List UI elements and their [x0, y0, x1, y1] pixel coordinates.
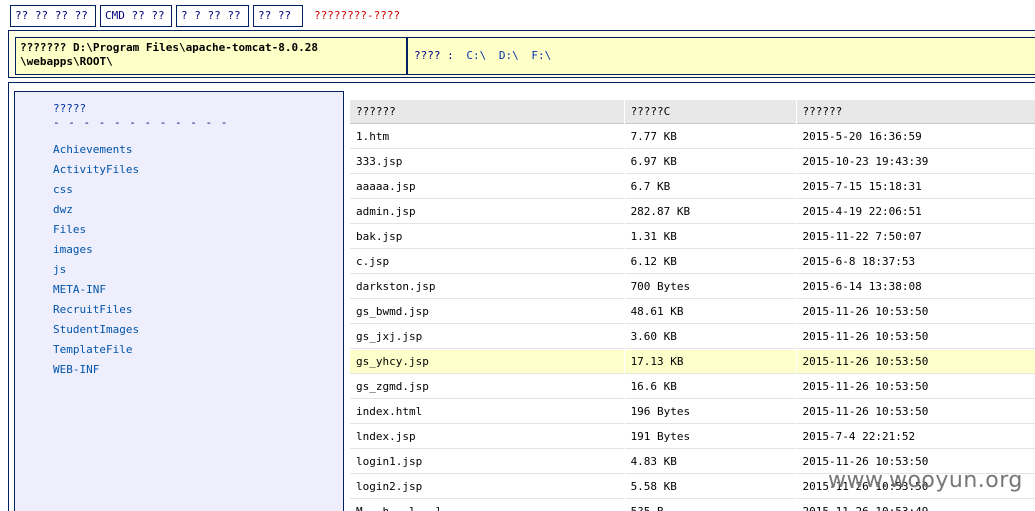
table-row[interactable]: 1.htm 7.77 KB 2015-5-20 16:36:59	[350, 125, 1035, 149]
path-bar: ??????? D:\Program Files\apache-tomcat-8…	[8, 30, 1035, 78]
cell-size: 3.60 KB	[624, 325, 796, 349]
cell-date: 2015-11-26 10:53:50	[796, 375, 1035, 399]
folder-link[interactable]: Files	[53, 220, 139, 240]
folder-link[interactable]: TemplateFile	[53, 340, 139, 360]
cell-name[interactable]: login2.jsp	[350, 475, 624, 499]
folder-link[interactable]: ActivityFiles	[53, 160, 139, 180]
cell-name[interactable]: M...h...l...l	[350, 500, 624, 511]
cell-name[interactable]: c.jsp	[350, 250, 624, 274]
table-row[interactable]: admin.jsp 282.87 KB 2015-4-19 22:06:51	[350, 200, 1035, 224]
folder-link[interactable]: Achievements	[53, 140, 139, 160]
watermark-text: www.wooyun.org	[828, 468, 1023, 493]
cell-date: 2015-11-26 10:53:50	[796, 400, 1035, 424]
table-row[interactable]: darkston.jsp 700 Bytes 2015-6-14 13:38:08	[350, 275, 1035, 299]
cell-name[interactable]: gs_jxj.jsp	[350, 325, 624, 349]
cell-size: 1.31 KB	[624, 225, 796, 249]
cell-size: 5?5 B...	[625, 500, 796, 511]
nav-tab-3[interactable]: ? ? ?? ??	[176, 5, 249, 27]
table-row[interactable]: gs_jxj.jsp 3.60 KB 2015-11-26 10:53:50	[350, 325, 1035, 349]
cell-name[interactable]: admin.jsp	[350, 200, 624, 224]
sidebar-divider: - - - - - - - - - - - -	[53, 116, 229, 129]
folder-link[interactable]: StudentImages	[53, 320, 139, 340]
table-row[interactable]: index.html 196 Bytes 2015-11-26 10:53:50	[350, 400, 1035, 424]
nav-tab-4[interactable]: ?? ??	[253, 5, 303, 27]
cell-size: 17.13 KB	[624, 350, 796, 374]
cell-name[interactable]: 333.jsp	[350, 150, 624, 174]
cell-name[interactable]: lndex.jsp	[350, 425, 624, 449]
folder-link[interactable]: RecruitFiles	[53, 300, 139, 320]
cell-size: 4.83 KB	[624, 450, 796, 474]
status-text: ????????-????	[314, 9, 401, 22]
folder-link[interactable]: dwz	[53, 200, 139, 220]
table-row[interactable]: bak.jsp 1.31 KB 2015-11-22 7:50:07	[350, 225, 1035, 249]
cell-date: 2015-7-4 22:21:52	[796, 425, 1035, 449]
drives-label: ???? :	[414, 49, 454, 62]
table-row[interactable]: gs_bwmd.jsp 48.61 KB 2015-11-26 10:53:50	[350, 300, 1035, 324]
folder-link[interactable]: js	[53, 260, 139, 280]
column-header-size: ?????C	[624, 100, 796, 124]
cell-name[interactable]: gs_bwmd.jsp	[350, 300, 624, 324]
table-row[interactable]: gs_yhcy.jsp 17.13 KB 2015-11-26 10:53:50	[350, 350, 1035, 374]
cell-date: 2015-11-26 10:53:49	[797, 500, 1035, 511]
folder-link[interactable]: META-INF	[53, 280, 139, 300]
table-row[interactable]: gs_zgmd.jsp 16.6 KB 2015-11-26 10:53:50	[350, 375, 1035, 399]
cell-name[interactable]: aaaaa.jsp	[350, 175, 624, 199]
cell-size: 6.97 KB	[624, 150, 796, 174]
cell-name[interactable]: login1.jsp	[350, 450, 624, 474]
cell-name[interactable]: index.html	[350, 400, 624, 424]
cell-date: 2015-5-20 16:36:59	[796, 125, 1035, 149]
cell-date: 2015-11-26 10:53:50	[796, 300, 1035, 324]
drive-f-link[interactable]: F:\	[531, 49, 551, 62]
cell-name[interactable]: 1.htm	[350, 125, 624, 149]
table-header-row: ?????? ?????C ??????	[350, 100, 1035, 124]
current-path: ??????? D:\Program Files\apache-tomcat-8…	[15, 37, 407, 75]
folder-link[interactable]: images	[53, 240, 139, 260]
cell-size: 7.77 KB	[624, 125, 796, 149]
nav-tab-1[interactable]: ?? ?? ?? ??	[10, 5, 96, 27]
cell-name[interactable]: bak.jsp	[350, 225, 624, 249]
cell-size: 5.58 KB	[624, 475, 796, 499]
folder-link[interactable]: css	[53, 180, 139, 200]
cell-date: 2015-6-8 18:37:53	[796, 250, 1035, 274]
cell-size: 6.7 KB	[624, 175, 796, 199]
cell-name[interactable]: gs_yhcy.jsp	[350, 350, 624, 374]
drive-d-link[interactable]: D:\	[499, 49, 519, 62]
column-header-date: ??????	[796, 100, 1035, 124]
table-row[interactable]: aaaaa.jsp 6.7 KB 2015-7-15 15:18:31	[350, 175, 1035, 199]
cell-size: 196 Bytes	[624, 400, 796, 424]
folder-sidebar: ????? - - - - - - - - - - - - Achievemen…	[14, 91, 344, 511]
table-row[interactable]: c.jsp 6.12 KB 2015-6-8 18:37:53	[350, 250, 1035, 274]
table-row[interactable]: M...h...l...l5?5 B...2015-11-26 10:53:49	[350, 500, 1035, 511]
cell-size: 48.61 KB	[624, 300, 796, 324]
file-table: ?????? ?????C ?????? 1.htm 7.77 KB 2015-5-…	[349, 99, 1035, 511]
drive-list: ???? : C:\ D:\ F:\	[407, 37, 1035, 75]
nav-tab-cmd[interactable]: CMD ?? ??	[100, 5, 172, 27]
cell-size: 700 Bytes	[624, 275, 796, 299]
cell-size: 282.87 KB	[624, 200, 796, 224]
column-header-name: ??????	[350, 100, 624, 124]
cell-date: 2015-10-23 19:43:39	[796, 150, 1035, 174]
main-frame: ????? - - - - - - - - - - - - Achievemen…	[8, 82, 1035, 511]
drive-c-link[interactable]: C:\	[466, 49, 486, 62]
cell-date: 2015-11-22 7:50:07	[796, 225, 1035, 249]
table-row[interactable]: 333.jsp 6.97 KB 2015-10-23 19:43:39	[350, 150, 1035, 174]
cell-size: 16.6 KB	[624, 375, 796, 399]
folder-link[interactable]: WEB-INF	[53, 360, 139, 380]
folder-list: Achievements ActivityFiles css dwz Files…	[53, 140, 139, 380]
cell-date: 2015-4-19 22:06:51	[796, 200, 1035, 224]
cell-date: 2015-11-26 10:53:50	[796, 350, 1035, 374]
top-nav: ?? ?? ?? ?? CMD ?? ?? ? ? ?? ?? ?? ?? ??…	[0, 0, 1035, 30]
cell-name[interactable]: gs_zgmd.jsp	[350, 375, 624, 399]
cell-size: 191 Bytes	[624, 425, 796, 449]
table-row[interactable]: lndex.jsp 191 Bytes 2015-7-4 22:21:52	[350, 425, 1035, 449]
cell-date: 2015-11-26 10:53:50	[796, 325, 1035, 349]
file-rows: 1.htm 7.77 KB 2015-5-20 16:36:59 333.jsp 6.9…	[350, 125, 1035, 511]
cell-size: 6.12 KB	[624, 250, 796, 274]
cell-name[interactable]: darkston.jsp	[350, 275, 624, 299]
sidebar-title[interactable]: ?????	[53, 102, 86, 115]
file-table-container: ?????? ?????C ?????? 1.htm 7.77 KB 2015-5-…	[349, 99, 1035, 511]
cell-date: 2015-7-15 15:18:31	[796, 175, 1035, 199]
cell-date: 2015-6-14 13:38:08	[796, 275, 1035, 299]
